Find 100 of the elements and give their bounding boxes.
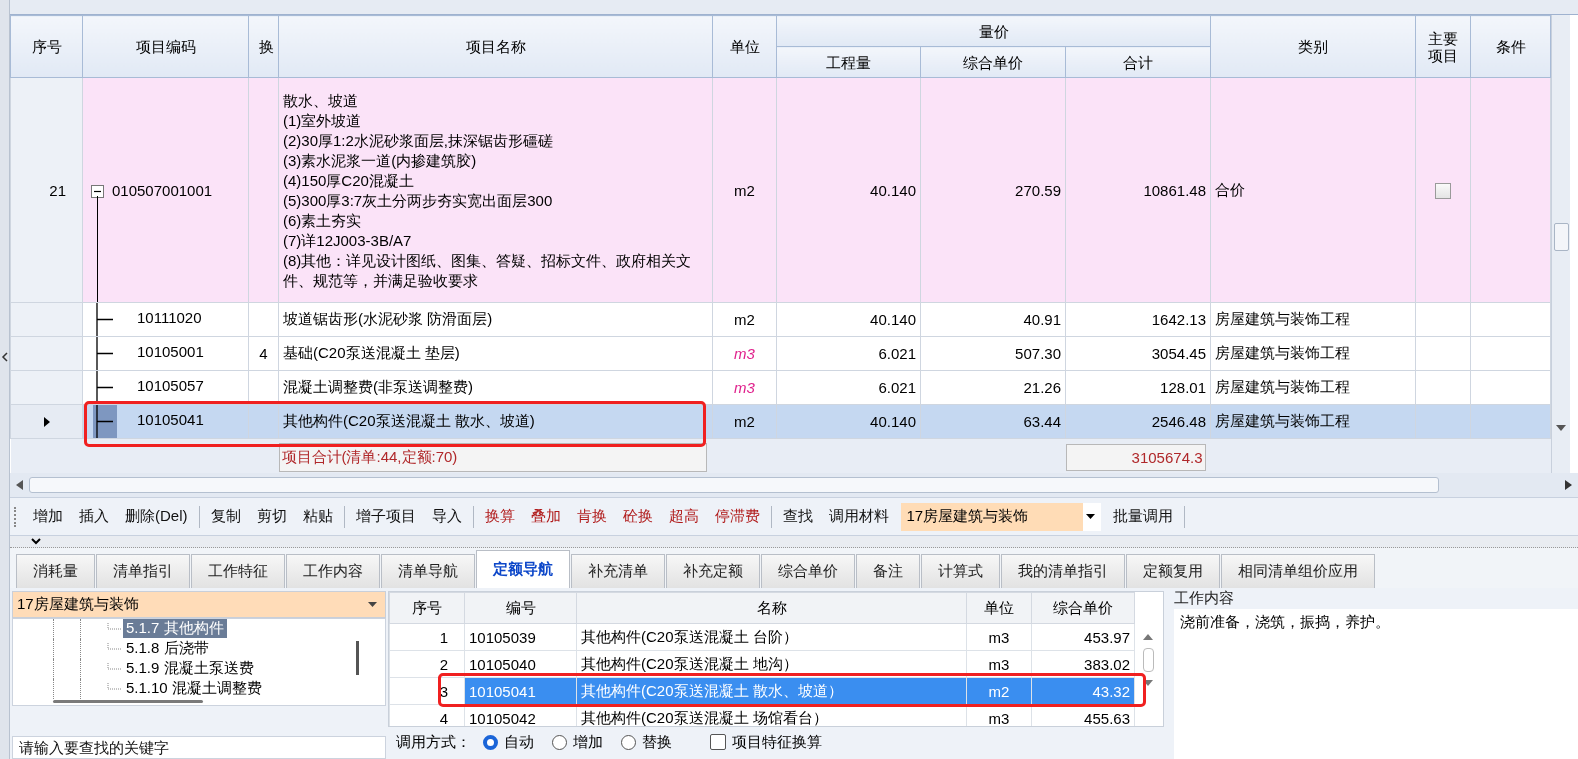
description-line: (2)30厚1:2水泥砂浆面层,抹深锯齿形礓磋 (283, 131, 555, 151)
tab[interactable]: 计算式 (921, 554, 1000, 588)
table-row[interactable]: 10105001 4 基础(C20泵送混凝土 垫层) m3 6.021 507.30 3054.45 房屋建筑与装饰工程 (10, 336, 1551, 371)
column-header[interactable]: 名称 (576, 592, 967, 624)
toolbar-button[interactable]: 砼换 (614, 505, 661, 528)
table-cell: 基础(C20泵送混凝土 垫层) (278, 336, 713, 371)
description-line: (1)室外坡道 (283, 111, 363, 131)
table-cell: 其他构件(C20泵送混凝土 散水、坡道） (576, 677, 967, 705)
search-field[interactable]: 请输入要查找的关键字 (12, 736, 386, 759)
tree-item[interactable]: 5.1.8 后浇带 (123, 639, 212, 658)
table-cell: 1 (389, 623, 465, 651)
tab[interactable]: 综合单价 (761, 554, 855, 588)
tab[interactable]: 定额复用 (1126, 554, 1220, 588)
column-header[interactable]: 序号 (389, 592, 465, 624)
tree-vertical-scrollbar[interactable] (356, 640, 359, 675)
toolbar-grip[interactable] (14, 506, 19, 527)
toolbar-button[interactable]: 查找 (774, 505, 821, 528)
unit-cell: m3 (712, 370, 777, 405)
column-header[interactable]: 综合单价 (920, 46, 1066, 78)
vertical-scrollbar[interactable] (1551, 15, 1570, 473)
toolbar-button[interactable]: 肯换 (568, 505, 615, 528)
material-dropdown[interactable]: 17房屋建筑与装饰 (900, 502, 1101, 531)
table-row[interactable]: 3 10105041 其他构件(C20泵送混凝土 散水、坡道） m2 43.32 (389, 677, 1135, 705)
toolbar-button[interactable]: 增子项目 (347, 505, 424, 528)
scroll-right-icon[interactable] (1565, 480, 1572, 490)
toolbar-button[interactable]: 导入 (423, 505, 470, 528)
tab[interactable]: 补充清单 (571, 554, 665, 588)
column-header[interactable]: 量价 (776, 15, 1211, 47)
field-label: 调用方式： (396, 732, 471, 752)
tab[interactable]: 备注 (856, 554, 920, 588)
toolbar-button[interactable]: 增加 (25, 505, 71, 528)
column-header[interactable]: 综合单价 (1031, 592, 1135, 624)
tab[interactable]: 清单指引 (96, 554, 190, 588)
toolbar-button[interactable]: 调用材料 (820, 505, 897, 528)
tree-item[interactable]: 5.1.9 混凝土泵送费 (123, 659, 257, 678)
toolbar-button[interactable]: 剪切 (248, 505, 295, 528)
horizontal-scrollbar[interactable] (10, 473, 1578, 497)
toolbar-button[interactable]: 复制 (202, 505, 249, 528)
chevron-down-icon[interactable] (30, 537, 42, 546)
column-header[interactable]: 项目编码 (82, 15, 249, 78)
scroll-thumb[interactable] (29, 477, 1439, 493)
radio-button[interactable]: 自动 (483, 732, 534, 752)
toolbar-button[interactable]: 插入 (71, 505, 117, 528)
checkbox[interactable] (1435, 183, 1451, 199)
table-cell: 2546.48 (1065, 404, 1211, 439)
column-header[interactable]: 工程量 (776, 46, 921, 78)
column-header[interactable]: 主要项目 (1415, 15, 1471, 78)
table-row[interactable]: 10105057 混凝土调整费(非泵送调整费) m3 6.021 21.26 128.01 房屋建筑与装饰工程 (10, 370, 1551, 405)
table-cell: 房屋建筑与装饰工程 (1210, 370, 1416, 405)
toolbar-button[interactable]: 换算 (476, 505, 523, 528)
description-line: (6)素土夯实 (283, 211, 363, 231)
toolbar-button[interactable]: 粘贴 (294, 505, 341, 528)
toolbar-button[interactable]: 批量调用 (1104, 505, 1181, 528)
description-line: 散水、坡道 (283, 91, 359, 111)
table-row[interactable]: 10111020 坡道锯齿形(水泥砂浆 防滑面层) m2 40.140 40.91 1642.13 房屋建筑与装饰工程 (10, 302, 1551, 337)
tab[interactable]: 工作特征 (191, 554, 285, 588)
tab[interactable]: 消耗量 (16, 554, 95, 588)
column-header[interactable]: 类别 (1210, 15, 1416, 78)
scroll-left-icon[interactable] (16, 480, 23, 490)
table-row[interactable]: 2 10105040 其他构件(C20泵送混凝土 地沟） m3 383.02 (389, 650, 1135, 678)
tab[interactable]: 定额导航 (476, 550, 570, 588)
table-row[interactable]: 4 10105042 其他构件(C20泵送混凝土 场馆看台） m3 455.63 (389, 704, 1135, 726)
toolbar-button[interactable]: 删除(Del) (117, 505, 196, 528)
collapse-toggle-icon[interactable] (91, 185, 104, 199)
tree-item[interactable]: 5.1.7 其他构件 (123, 619, 227, 638)
table-cell: 房屋建筑与装饰工程 (1210, 302, 1416, 337)
column-header[interactable]: 条件 (1470, 15, 1551, 78)
tab[interactable]: 我的清单指引 (1001, 554, 1125, 588)
dropdown-caret-icon[interactable] (368, 601, 377, 607)
scroll-thumb[interactable] (1142, 648, 1154, 672)
tab[interactable]: 工作内容 (286, 554, 380, 588)
scroll-down-icon[interactable] (1143, 680, 1153, 686)
tree-branch-icon (93, 405, 117, 438)
scroll-thumb[interactable] (1554, 223, 1569, 251)
radio-button[interactable]: 替换 (621, 732, 672, 752)
table-cell: 3054.45 (1065, 336, 1211, 371)
checkbox[interactable]: 项目特征换算 (690, 732, 822, 752)
scroll-up-icon[interactable] (1143, 634, 1153, 640)
radio-button[interactable]: 增加 (552, 732, 603, 752)
table-cell: 坡道锯齿形(水泥砂浆 防滑面层) (278, 302, 713, 337)
table-row[interactable]: 1 10105039 其他构件(C20泵送混凝土 台阶） m3 453.97 (389, 623, 1135, 651)
scroll-down-icon[interactable] (1556, 425, 1566, 431)
tree-item[interactable]: 5.1.10 混凝土调整费 (123, 679, 265, 698)
tree-scrollbar[interactable] (53, 700, 203, 704)
toolbar-button[interactable]: 超高 (660, 505, 707, 528)
toolbar-button[interactable]: 叠加 (522, 505, 569, 528)
toolbar-button[interactable]: 停滞费 (706, 505, 768, 528)
library-dropdown[interactable]: 17房屋建筑与装饰 (12, 591, 386, 618)
tab[interactable]: 补充定额 (666, 554, 760, 588)
tab[interactable]: 清单导航 (381, 554, 475, 588)
column-header[interactable]: 单位 (966, 592, 1032, 624)
column-header[interactable]: 换 (248, 15, 279, 78)
column-header[interactable]: 序号 (10, 15, 83, 78)
table-row[interactable]: 10105041 其他构件(C20泵送混凝土 散水、坡道) m2 40.140 63.44 2546.48 房屋建筑与装饰工程 (10, 404, 1551, 439)
column-header[interactable]: 合计 (1065, 46, 1211, 78)
tab[interactable]: 相同清单组价应用 (1221, 554, 1375, 588)
dropdown-caret-icon[interactable] (1085, 514, 1095, 519)
column-header[interactable]: 编号 (464, 592, 577, 624)
column-header[interactable]: 项目名称 (278, 15, 713, 78)
column-header[interactable]: 单位 (712, 15, 777, 78)
